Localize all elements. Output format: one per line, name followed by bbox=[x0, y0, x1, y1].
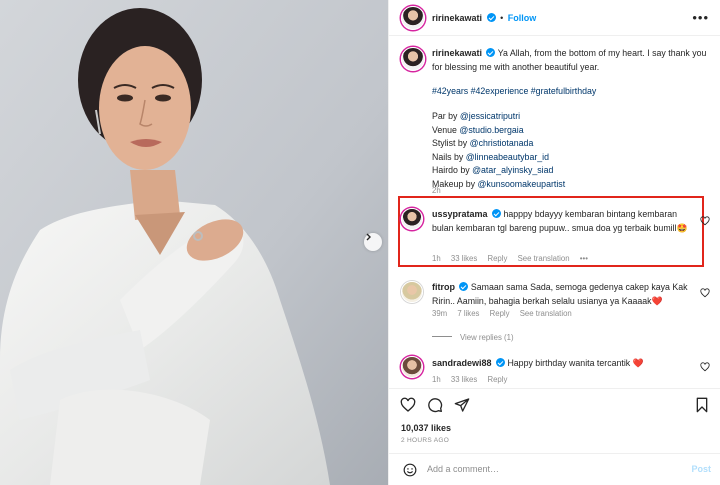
comment-emoji: 🤩 bbox=[676, 222, 688, 233]
comment-time: 39m bbox=[432, 309, 448, 318]
emoji-icon[interactable] bbox=[403, 463, 417, 477]
comment-like-heart-icon[interactable] bbox=[700, 288, 710, 298]
separator-dot: • bbox=[500, 13, 504, 23]
comment-likes[interactable]: 33 likes bbox=[451, 254, 477, 263]
bookmark-icon[interactable] bbox=[694, 397, 710, 413]
credit-handle[interactable]: @kunsoomakeupartist bbox=[477, 179, 565, 189]
carousel-next-button[interactable] bbox=[364, 233, 382, 251]
verified-badge-icon bbox=[486, 48, 496, 57]
comment-time: 1h bbox=[432, 375, 441, 384]
credit-line: Makeup by @kunsoomakeupartist bbox=[432, 178, 566, 189]
author-info: ririnekawati • Follow bbox=[432, 13, 536, 23]
replies-line bbox=[432, 336, 452, 337]
heart-icon[interactable] bbox=[400, 397, 416, 413]
credit-line: Nails by @linneabeautybar_id bbox=[432, 151, 550, 162]
verified-badge-icon bbox=[491, 209, 501, 218]
reply-button[interactable]: Reply bbox=[487, 375, 507, 384]
credit-handle[interactable]: @studio.bergaia bbox=[459, 125, 523, 135]
comment-username[interactable]: fitrop bbox=[432, 282, 455, 292]
comment-likes[interactable]: 7 likes bbox=[457, 309, 479, 318]
credit-handle[interactable]: @linneabeautybar_id bbox=[466, 152, 549, 162]
comment-meta: 39m 7 likes Reply See translation bbox=[432, 309, 580, 318]
caption-hashtags[interactable]: #42years #42experience #gratefulbirthday bbox=[432, 85, 596, 99]
caption-main: ririnekawati Ya Allah, from the bottom o… bbox=[432, 47, 710, 74]
comment-meta: 1h 33 likes Reply See translation ••• bbox=[432, 254, 596, 263]
comment-avatar[interactable] bbox=[401, 281, 423, 303]
comment-icon[interactable] bbox=[427, 397, 443, 413]
verified-badge-icon bbox=[486, 13, 496, 22]
comment-text: Happy birthday wanita tercantik bbox=[507, 358, 631, 368]
comment-body: fitrop Samaan sama Sada, semoga gedenya … bbox=[432, 281, 690, 308]
verified-badge-icon bbox=[495, 358, 505, 367]
credit-line: Par by @jessicatriputri bbox=[432, 111, 521, 121]
view-replies[interactable]: View replies (1) bbox=[432, 333, 514, 342]
view-replies-label[interactable]: View replies (1) bbox=[460, 333, 514, 342]
more-options-icon[interactable]: ••• bbox=[692, 10, 709, 25]
chevron-right-icon bbox=[366, 233, 371, 241]
comment-like-heart-icon[interactable] bbox=[700, 362, 710, 372]
credit-line: Stylist by @christiotanada bbox=[432, 138, 534, 148]
comment-emoji: ❤️ bbox=[632, 358, 644, 368]
caption-avatar[interactable] bbox=[401, 47, 425, 71]
verified-badge-icon bbox=[459, 282, 469, 291]
see-translation-button[interactable]: See translation bbox=[518, 254, 570, 263]
author-avatar[interactable] bbox=[401, 6, 425, 30]
comment-avatar[interactable] bbox=[401, 356, 423, 378]
author-username[interactable]: ririnekawati bbox=[432, 13, 482, 23]
comment-composer: Post bbox=[389, 453, 720, 485]
comment-like-heart-icon[interactable] bbox=[700, 216, 710, 226]
post-actions: 10,037 likes 2 HOURS AGO bbox=[389, 388, 720, 448]
follow-button[interactable]: Follow bbox=[508, 13, 537, 23]
comment-text: Samaan sama Sada, semoga gedenya cakep k… bbox=[432, 282, 688, 306]
credit-handle[interactable]: @jessicatriputri bbox=[460, 111, 520, 121]
likes-count[interactable]: 10,037 likes bbox=[401, 423, 451, 433]
comment-likes[interactable]: 33 likes bbox=[451, 375, 477, 384]
see-translation-button[interactable]: See translation bbox=[520, 309, 572, 318]
share-icon[interactable] bbox=[454, 397, 470, 413]
post-timestamp: 2 HOURS AGO bbox=[401, 437, 450, 444]
comment-avatar[interactable] bbox=[401, 208, 423, 230]
comment-username[interactable]: ussypratama bbox=[432, 209, 488, 219]
credit-line: Hairdo by @atar_alyinsky_siad bbox=[432, 165, 554, 175]
comment-emoji: ❤️ bbox=[651, 295, 663, 306]
credit-handle[interactable]: @christiotanada bbox=[470, 138, 534, 148]
comment-time: 1h bbox=[432, 254, 441, 263]
comment-body: sandradewi88 Happy birthday wanita terca… bbox=[432, 357, 690, 371]
caption-time: 2h bbox=[432, 186, 441, 195]
comment-input[interactable] bbox=[427, 464, 667, 474]
comment-meta: 1h 33 likes Reply bbox=[432, 375, 515, 384]
comment-body: ussypratama happpy bdayyy kembaran binta… bbox=[432, 208, 690, 235]
post-header: ririnekawati • Follow ••• bbox=[389, 0, 720, 36]
post-comment-button[interactable]: Post bbox=[691, 464, 711, 474]
credit-line: Venue @studio.bergaia bbox=[432, 124, 524, 135]
comment-more-icon[interactable]: ••• bbox=[580, 254, 588, 263]
post-detail-panel: ririnekawati • Follow ••• ririnekawati Y… bbox=[388, 0, 720, 485]
caption-username[interactable]: ririnekawati bbox=[432, 48, 482, 58]
caption-credits: Par by @jessicatriputri Venue @studio.be… bbox=[432, 110, 565, 191]
reply-button[interactable]: Reply bbox=[487, 254, 507, 263]
post-photo[interactable] bbox=[0, 0, 388, 485]
credit-handle[interactable]: @atar_alyinsky_siad bbox=[472, 165, 553, 175]
comment-username[interactable]: sandradewi88 bbox=[432, 358, 492, 368]
portrait-image bbox=[0, 0, 388, 485]
reply-button[interactable]: Reply bbox=[490, 309, 510, 318]
